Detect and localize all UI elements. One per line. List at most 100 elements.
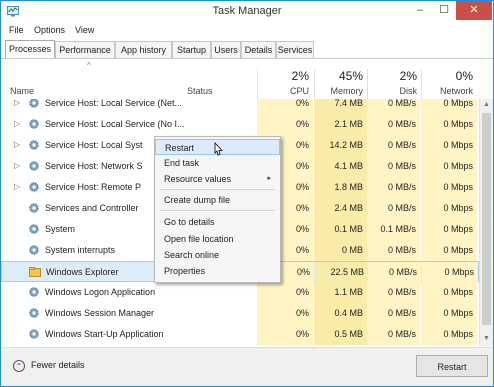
disk-cell: 0 MB/s — [367, 282, 420, 303]
gear-icon — [29, 308, 39, 318]
disk-value: 0 MB/s — [387, 119, 416, 129]
expand-arrow-icon[interactable]: ▷ — [14, 140, 20, 149]
network-cell: 0 Mbps — [421, 156, 477, 177]
disk-cell: 0 MB/s — [367, 135, 420, 156]
process-row[interactable]: Windows Logon Application 0% 1.1 MB 0 MB/s 0… — [1, 282, 479, 303]
ctx-search-online[interactable]: Search online — [155, 247, 280, 263]
tab-users[interactable]: Users — [211, 41, 241, 58]
cpu-value: 0% — [295, 99, 309, 108]
cpu-value: 0% — [295, 140, 309, 150]
column-header: ^ Name Status 2% CPU 45% Memory 2% Disk … — [1, 59, 493, 99]
gear-icon — [29, 203, 39, 213]
column-name[interactable]: Name — [10, 86, 34, 96]
memory-value: 0.4 MB — [334, 308, 363, 318]
tab-details[interactable]: Details — [241, 41, 276, 58]
ctx-open-file-location[interactable]: Open file location — [155, 231, 280, 247]
tab-startup[interactable]: Startup — [172, 41, 211, 58]
memory-value: 1.1 MB — [334, 287, 363, 297]
fewer-details-link[interactable]: Fewer details — [31, 360, 85, 370]
cpu-cell: 0% — [257, 114, 313, 135]
memory-total: 45% — [338, 69, 363, 83]
network-cell: 0 Mbps — [422, 262, 478, 283]
column-status[interactable]: Status — [187, 86, 213, 96]
disk-value: 0.1 MB/s — [380, 224, 416, 234]
network-cell: 0 Mbps — [421, 114, 477, 135]
title-bar: Task Manager – ☐ ✕ — [1, 1, 493, 23]
expand-arrow-icon[interactable]: ▷ — [14, 182, 20, 191]
process-name: System interrupts — [45, 245, 116, 255]
disk-value: 0 MB/s — [387, 329, 416, 339]
scroll-down-icon[interactable]: ▼ — [480, 333, 493, 345]
process-name: Windows Explorer — [46, 267, 119, 277]
tab-services[interactable]: Services — [276, 41, 314, 58]
process-row[interactable]: ▷ Service Host: Local Service (Net... 0% 7.… — [1, 99, 479, 114]
scroll-up-icon[interactable]: ▲ — [480, 99, 493, 111]
cpu-value: 0% — [295, 329, 309, 339]
ctx-search-online-label: Search online — [164, 250, 220, 260]
menu-options[interactable]: Options — [34, 25, 65, 35]
ctx-create-dump-file[interactable]: Create dump file — [155, 192, 280, 208]
process-row[interactable]: Windows Session Manager 0% 0.4 MB 0 MB/s 0 M… — [1, 303, 479, 324]
network-cell: 0 Mbps — [421, 324, 477, 345]
cpu-value: 0% — [295, 161, 309, 171]
expand-arrow-icon[interactable]: ▷ — [14, 99, 20, 107]
process-row[interactable]: ▷ Service Host: Local Service (No I... 0% 2… — [1, 114, 479, 135]
context-menu: Restart End task Resource values ▸ Create… — [154, 136, 281, 283]
memory-value: 1.8 MB — [334, 182, 363, 192]
gear-icon — [29, 245, 39, 255]
memory-cell: 2.4 MB — [314, 198, 367, 219]
gear-icon — [29, 119, 39, 129]
close-button[interactable]: ✕ — [456, 1, 492, 20]
ctx-properties[interactable]: Properties — [155, 263, 280, 279]
cpu-cell: 0% — [257, 324, 313, 345]
network-value: 0 Mbps — [443, 119, 473, 129]
disk-cell: 0 MB/s — [367, 303, 420, 324]
memory-cell: 2.1 MB — [314, 114, 367, 135]
cpu-value: 0% — [295, 203, 309, 213]
memory-cell: 1.1 MB — [314, 282, 367, 303]
maximize-button[interactable]: ☐ — [432, 1, 456, 20]
memory-value: 14.2 MB — [329, 140, 363, 150]
tab-processes[interactable]: Processes — [5, 40, 55, 58]
ctx-create-dump-file-label: Create dump file — [164, 195, 231, 205]
process-name: Service Host: Local Service (No I... — [45, 119, 185, 129]
vertical-scrollbar[interactable]: ▲ ▼ — [479, 99, 493, 346]
menu-file[interactable]: File — [9, 25, 24, 35]
menu-view[interactable]: View — [75, 25, 94, 35]
gear-icon — [29, 287, 39, 297]
cpu-value: 0% — [295, 245, 309, 255]
memory-cell: 0.1 MB — [314, 219, 367, 240]
column-memory[interactable]: Memory — [314, 86, 363, 96]
restart-button[interactable]: Restart — [416, 355, 488, 377]
gear-icon — [29, 329, 39, 339]
column-cpu[interactable]: CPU — [257, 86, 309, 96]
minimize-button[interactable]: – — [408, 1, 432, 20]
memory-value: 22.5 MB — [330, 267, 364, 277]
network-value: 0 Mbps — [443, 245, 473, 255]
memory-value: 7.4 MB — [334, 99, 363, 108]
ctx-separator — [160, 210, 275, 211]
disk-cell: 0 MB/s — [367, 99, 420, 114]
process-name: Windows Start-Up Application — [45, 329, 164, 339]
memory-cell: 7.4 MB — [314, 99, 367, 114]
cpu-total: 2% — [291, 69, 309, 83]
network-value: 0 Mbps — [444, 267, 474, 277]
process-row[interactable]: Windows Start-Up Application 0% 0.5 MB 0 MB… — [1, 324, 479, 345]
network-cell: 0 Mbps — [421, 303, 477, 324]
chevron-up-circle-icon[interactable]: ⌃ — [13, 360, 25, 372]
expand-arrow-icon[interactable]: ▷ — [14, 161, 20, 170]
network-cell: 0 Mbps — [421, 177, 477, 198]
network-value: 0 Mbps — [443, 329, 473, 339]
column-network[interactable]: Network — [421, 86, 473, 96]
ctx-resource-values[interactable]: Resource values ▸ — [155, 171, 280, 187]
submenu-arrow-icon: ▸ — [267, 175, 271, 182]
mouse-cursor-icon — [214, 142, 223, 156]
tab-performance[interactable]: Performance — [55, 41, 115, 58]
column-disk[interactable]: Disk — [367, 86, 418, 96]
tab-app-history[interactable]: App history — [115, 41, 172, 58]
expand-arrow-icon[interactable]: ▷ — [14, 119, 20, 128]
disk-cell: 0 MB/s — [367, 156, 420, 177]
memory-value: 4.1 MB — [334, 161, 363, 171]
ctx-go-to-details[interactable]: Go to details — [155, 214, 280, 230]
scrollbar-thumb[interactable] — [482, 113, 491, 325]
